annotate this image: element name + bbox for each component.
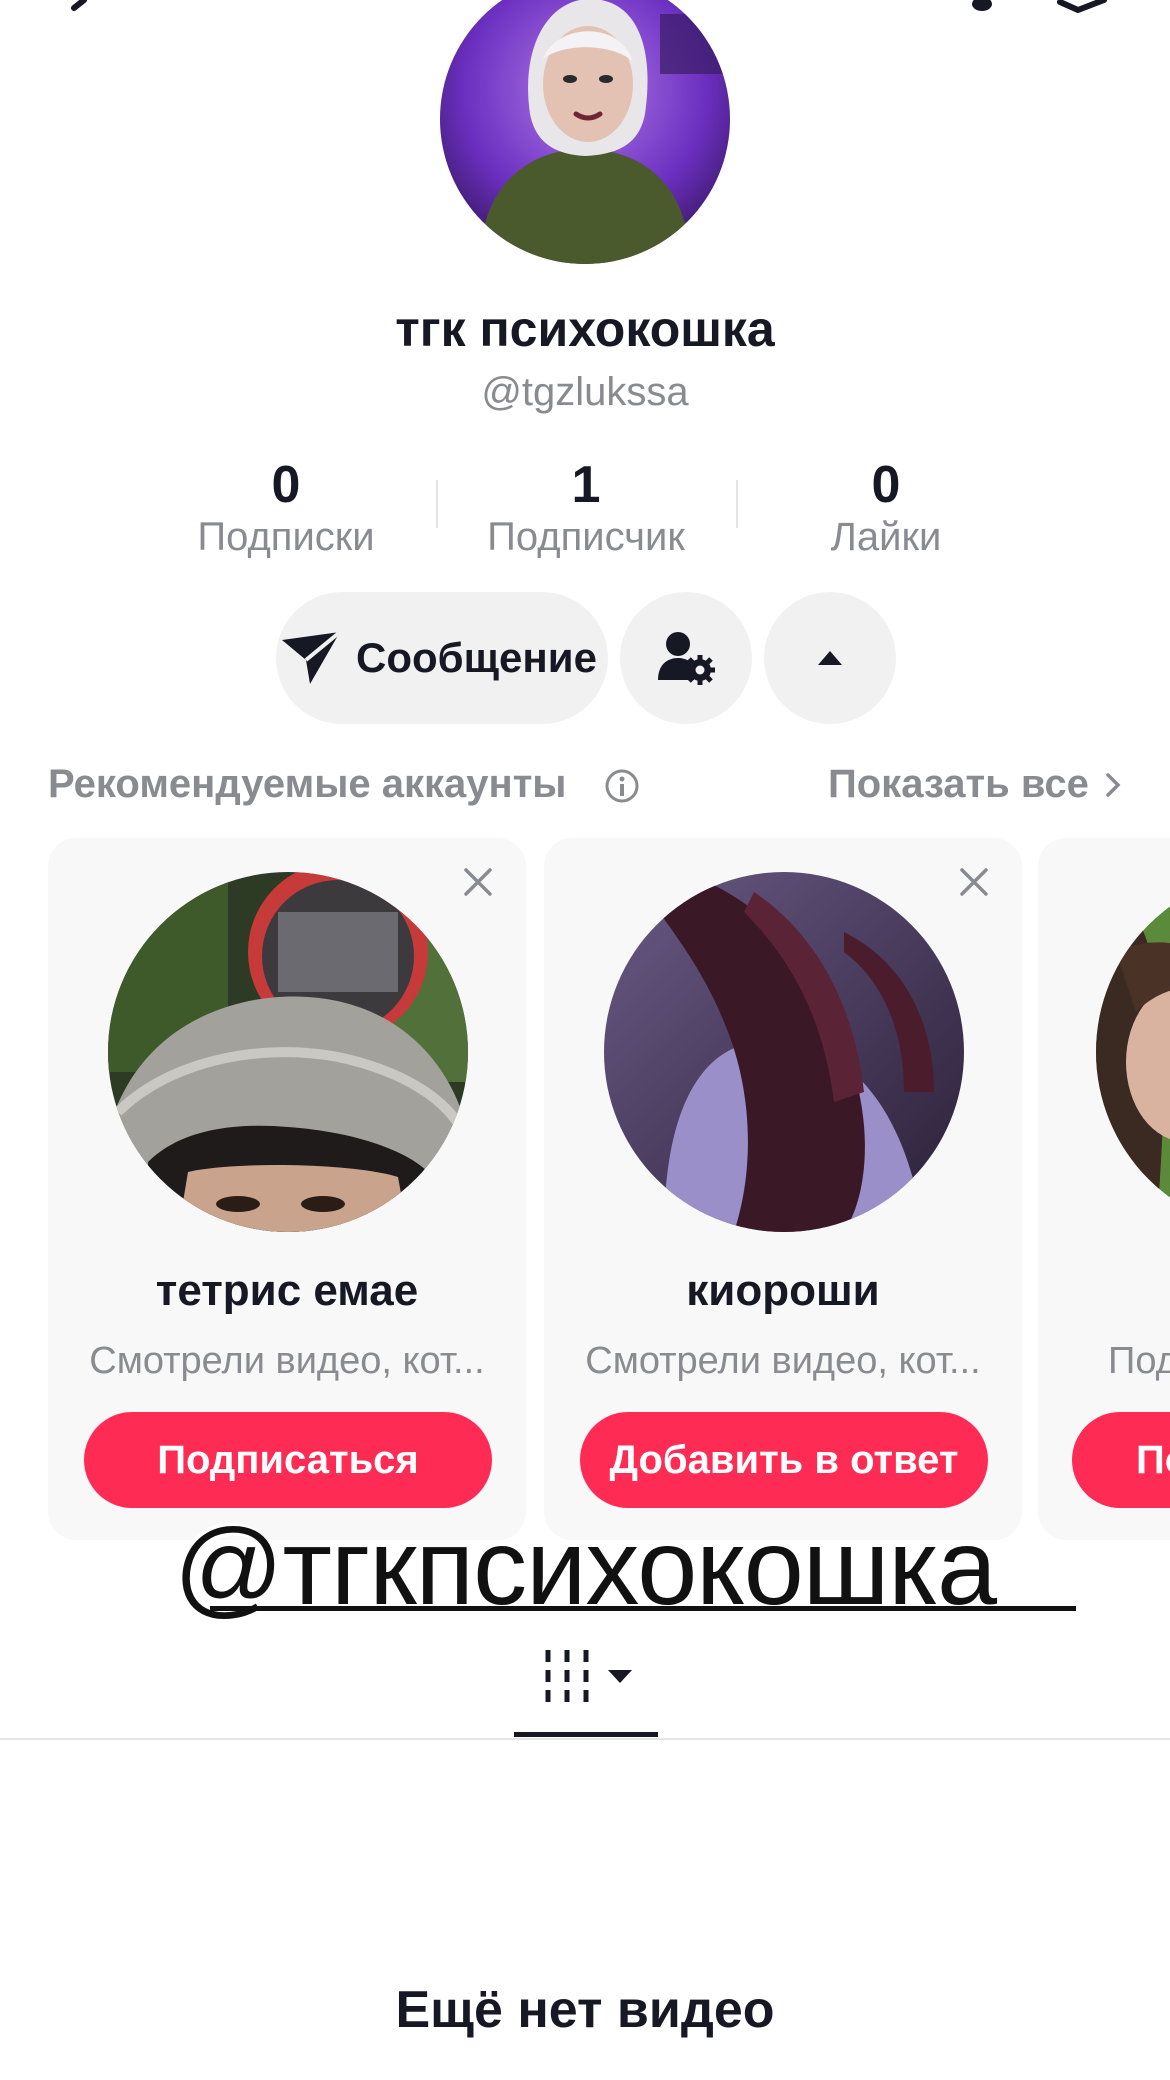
display-name: тгк психокошка [395,301,775,357]
add-to-reply-button[interactable]: Добавить в ответ [580,1412,988,1508]
chevron-right-icon [1105,772,1121,798]
stat-likes-value: 0 [871,456,901,514]
stat-following-value: 0 [271,456,301,514]
caret-down-icon [607,1668,633,1689]
suggested-reason: Смотрели видео, кот... [585,1340,981,1382]
overlay-underline [210,1606,1076,1611]
grid-icon [543,1650,593,1709]
stat-followers-label: Подписчик [487,515,685,559]
suggested-avatar[interactable] [604,872,964,1232]
suggested-reason: Под [1108,1340,1170,1382]
message-button[interactable]: Сообщение [276,592,608,724]
suggested-account-card[interactable]: тетрис емае Смотрели видео, кот... Подпи… [48,838,526,1540]
suggested-name: тетрис емае [155,1266,419,1315]
empty-state-title: Ещё нет видео [395,1981,775,2039]
share-icon[interactable] [1054,0,1114,16]
tab-videos[interactable] [515,1646,659,1736]
back-arrow-icon[interactable] [56,0,96,14]
profile-avatar[interactable] [440,0,730,264]
stat-likes-label: Лайки [830,515,942,559]
tab-indicator [514,1732,658,1737]
info-icon[interactable] [604,768,640,804]
suggested-avatar[interactable] [1096,872,1170,1232]
tab-divider [0,1738,1170,1740]
suggested-reason: Смотрели видео, кот... [89,1340,485,1382]
suggested-account-card[interactable]: киороши Смотрели видео, кот... Добавить … [544,838,1022,1540]
suggestions-toggle-button[interactable] [764,592,896,724]
send-icon [280,630,342,686]
suggested-avatar[interactable] [108,872,468,1232]
suggested-account-card[interactable]: Под По [1038,838,1170,1540]
close-icon[interactable] [460,864,496,900]
username: @tgzlukssa [481,370,689,414]
user-settings-button[interactable] [620,592,752,724]
suggested-title: Рекомендуемые аккаунты [48,762,567,806]
stat-following-label: Подписки [197,515,375,559]
show-all-label: Показать все [828,762,1089,806]
show-all-link[interactable]: Показать все [828,762,1121,807]
caret-up-icon [816,649,844,667]
follow-button[interactable]: Подписаться [84,1412,492,1508]
close-icon[interactable] [956,864,992,900]
message-button-label: Сообщение [356,634,597,681]
notification-bell-icon[interactable] [962,0,1002,16]
suggested-name: киороши [686,1266,880,1315]
user-settings-icon [656,630,716,686]
follow-button[interactable]: По [1072,1412,1170,1508]
stat-followers-value: 1 [571,456,601,514]
